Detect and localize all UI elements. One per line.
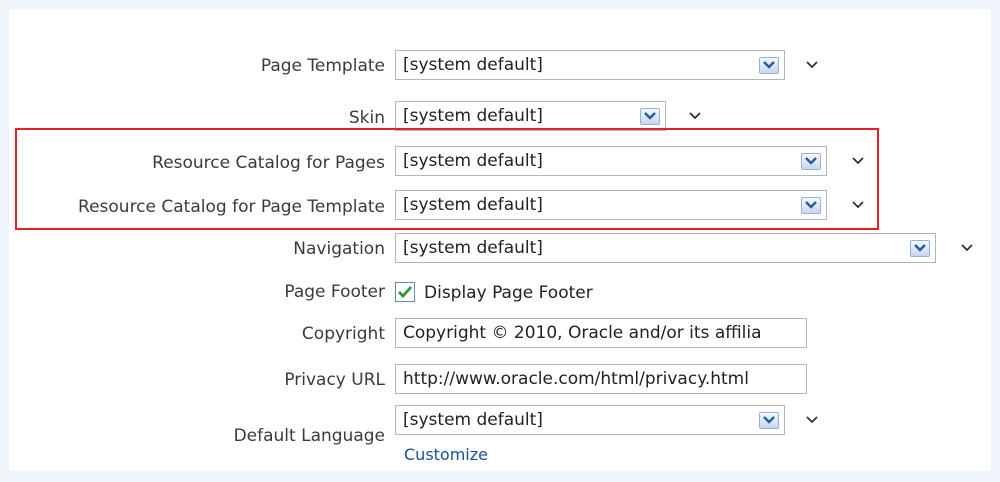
chevron-down-icon[interactable] xyxy=(688,109,702,123)
privacy-url-input[interactable]: http://www.oracle.com/html/privacy.html xyxy=(395,364,807,394)
navigation-label: Navigation xyxy=(293,239,385,259)
catalog-pages-value: [system default] xyxy=(403,151,543,171)
page-template-select[interactable]: [system default] xyxy=(395,50,785,80)
catalog-pages-label: Resource Catalog for Pages xyxy=(152,153,385,173)
chevron-down-icon[interactable] xyxy=(851,198,865,212)
default-language-select[interactable]: [system default] xyxy=(395,405,785,435)
checkmark-icon xyxy=(398,286,413,299)
navigation-value: [system default] xyxy=(403,238,543,258)
page-template-label: Page Template xyxy=(260,56,385,76)
chevron-down-icon[interactable] xyxy=(910,239,930,257)
chevron-down-icon[interactable] xyxy=(640,107,660,125)
catalog-page-template-value: [system default] xyxy=(403,195,543,215)
page-footer-label: Page Footer xyxy=(284,282,385,302)
page-template-value: [system default] xyxy=(403,55,543,75)
default-language-label: Default Language xyxy=(233,426,385,446)
catalog-page-template-select[interactable]: [system default] xyxy=(395,190,827,220)
privacy-url-label: Privacy URL xyxy=(284,370,385,390)
chevron-down-icon[interactable] xyxy=(851,154,865,168)
copyright-input[interactable]: Copyright © 2010, Oracle and/or its affi… xyxy=(395,318,807,348)
catalog-page-template-label: Resource Catalog for Page Template xyxy=(78,197,385,217)
navigation-select[interactable]: [system default] xyxy=(395,233,936,263)
chevron-down-icon[interactable] xyxy=(805,413,819,427)
skin-select[interactable]: [system default] xyxy=(395,101,666,131)
customize-link[interactable]: Customize xyxy=(404,445,488,464)
chevron-down-icon[interactable] xyxy=(759,411,779,429)
chevron-down-icon[interactable] xyxy=(801,196,821,214)
chevron-down-icon[interactable] xyxy=(801,152,821,170)
skin-value: [system default] xyxy=(403,106,543,126)
display-page-footer-checkbox[interactable] xyxy=(395,282,415,302)
chevron-down-icon[interactable] xyxy=(759,56,779,74)
copyright-label: Copyright xyxy=(301,324,385,344)
default-language-value: [system default] xyxy=(403,410,543,430)
chevron-down-icon[interactable] xyxy=(805,58,819,72)
catalog-pages-select[interactable]: [system default] xyxy=(395,146,827,176)
skin-label: Skin xyxy=(348,108,385,128)
display-page-footer-label[interactable]: Display Page Footer xyxy=(424,282,593,304)
chevron-down-icon[interactable] xyxy=(960,241,974,255)
